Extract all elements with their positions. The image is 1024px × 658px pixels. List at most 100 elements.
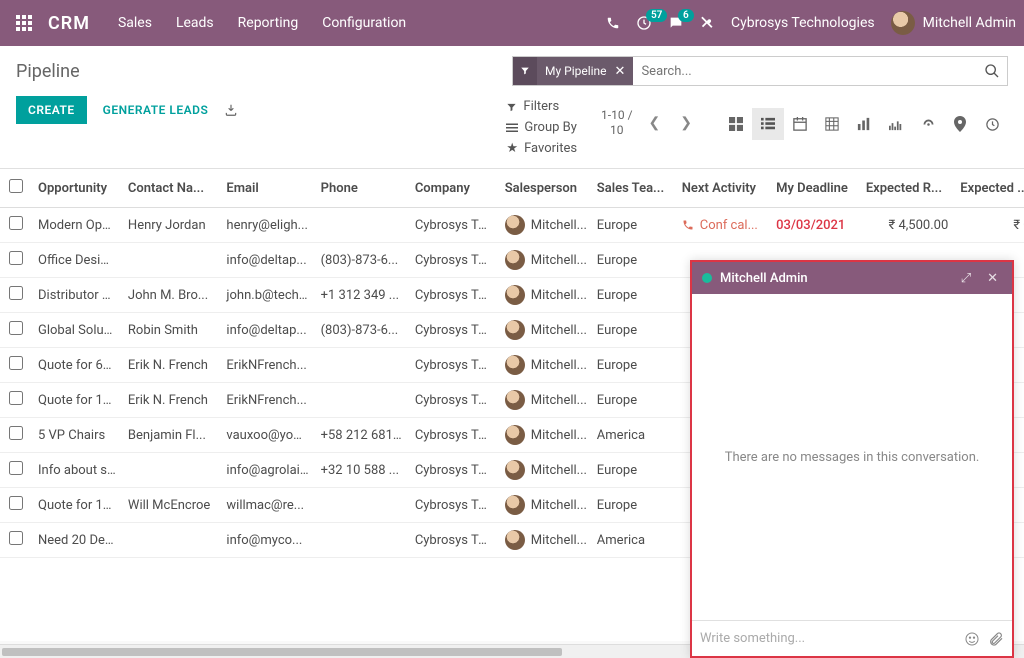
cell-contact: John M. Bro... — [122, 278, 220, 313]
filter-icon — [513, 57, 537, 85]
emoji-icon[interactable] — [964, 631, 980, 647]
activities-badge: 57 — [646, 9, 667, 22]
col-deadline[interactable]: My Deadline — [770, 169, 860, 208]
kanban-view-icon[interactable] — [720, 108, 752, 140]
select-all-checkbox[interactable] — [9, 179, 23, 193]
cell-salesperson: Mitchell... — [499, 348, 591, 383]
cell-salesperson: Mitchell... — [499, 278, 591, 313]
cell-email: john.b@tech... — [220, 278, 314, 313]
menu-reporting[interactable]: Reporting — [228, 9, 309, 37]
cell-email: ErikNFrench... — [220, 348, 314, 383]
row-checkbox[interactable] — [9, 286, 23, 300]
cell-contact — [122, 243, 220, 278]
col-email[interactable]: Email — [220, 169, 314, 208]
activities-icon[interactable]: 57 — [636, 15, 652, 31]
cell-email: info@myco... — [220, 523, 314, 558]
cell-next-activity[interactable]: Conf cal... — [676, 208, 770, 243]
apps-icon[interactable] — [8, 7, 40, 39]
avatar-icon — [505, 425, 525, 445]
calendar-view-icon[interactable] — [784, 108, 816, 140]
row-checkbox[interactable] — [9, 461, 23, 475]
tools-icon[interactable] — [700, 16, 715, 31]
cell-company: Cybrosys Te... — [409, 488, 499, 523]
cell-salesperson: Mitchell... — [499, 418, 591, 453]
cell-salesperson: Mitchell... — [499, 313, 591, 348]
search-input[interactable] — [633, 64, 977, 79]
brand-title[interactable]: CRM — [48, 13, 90, 34]
cell-email: henry@eligh... — [220, 208, 314, 243]
col-opportunity[interactable]: Opportunity — [32, 169, 122, 208]
dashboard-view-icon[interactable] — [912, 108, 944, 140]
graph-view-icon[interactable] — [848, 108, 880, 140]
control-panel: Pipeline My Pipeline ✕ CREATE GENERATE L… — [0, 46, 1024, 169]
avatar-icon — [505, 355, 525, 375]
cell-company: Cybrosys Te... — [409, 278, 499, 313]
groupby-menu[interactable]: Group By — [506, 118, 577, 138]
cell-phone — [315, 523, 409, 558]
chat-input[interactable] — [700, 631, 956, 646]
cell-email: willmac@re... — [220, 488, 314, 523]
row-checkbox[interactable] — [9, 531, 23, 545]
col-expected2[interactable]: Expected ... — [954, 169, 1024, 208]
cell-contact: Erik N. French — [122, 348, 220, 383]
row-checkbox[interactable] — [9, 356, 23, 370]
cell-phone: (803)-873-6... — [315, 243, 409, 278]
cohort-view-icon[interactable] — [880, 108, 912, 140]
pager-count[interactable]: 1-10 / 10 — [601, 108, 632, 138]
avatar-icon — [505, 495, 525, 515]
menu-sales[interactable]: Sales — [108, 9, 162, 37]
company-switcher[interactable]: Cybrosys Technologies — [731, 15, 875, 31]
cell-company: Cybrosys Te... — [409, 418, 499, 453]
col-team[interactable]: Sales Tea... — [591, 169, 676, 208]
cell-company: Cybrosys Te... — [409, 523, 499, 558]
search-icon[interactable] — [977, 63, 1007, 79]
list-view-icon[interactable] — [752, 108, 784, 140]
cell-team: America — [591, 523, 676, 558]
import-icon[interactable] — [224, 103, 238, 117]
cell-salesperson: Mitchell... — [499, 523, 591, 558]
row-checkbox[interactable] — [9, 321, 23, 335]
col-contact[interactable]: Contact Na... — [122, 169, 220, 208]
table-row[interactable]: Modern Ope...Henry Jordanhenry@eligh...C… — [0, 208, 1024, 243]
menu-configuration[interactable]: Configuration — [312, 9, 416, 37]
cell-salesperson: Mitchell... — [499, 453, 591, 488]
menu-leads[interactable]: Leads — [166, 9, 224, 37]
chat-expand-icon[interactable]: ⤢ — [957, 271, 975, 286]
cell-salesperson: Mitchell... — [499, 488, 591, 523]
cell-expected-rev: ₹ 4,500.00 — [860, 208, 954, 243]
col-next-activity[interactable]: Next Activity — [676, 169, 770, 208]
cell-phone — [315, 488, 409, 523]
favorites-menu[interactable]: ★ Favorites — [506, 139, 577, 159]
col-phone[interactable]: Phone — [315, 169, 409, 208]
cell-phone: +32 10 588 ... — [315, 453, 409, 488]
chat-close-icon[interactable]: ✕ — [983, 271, 1002, 286]
cell-email: vauxoo@you... — [220, 418, 314, 453]
pager-next-icon[interactable]: ❯ — [676, 111, 696, 135]
pager-prev-icon[interactable]: ❮ — [645, 111, 665, 135]
row-checkbox[interactable] — [9, 426, 23, 440]
col-salesperson[interactable]: Salesperson — [499, 169, 591, 208]
messages-icon[interactable]: 6 — [668, 15, 684, 31]
cell-phone — [315, 348, 409, 383]
col-expected-rev[interactable]: Expected R... — [860, 169, 954, 208]
row-checkbox[interactable] — [9, 251, 23, 265]
phone-icon[interactable] — [606, 16, 620, 30]
facet-remove-icon[interactable]: ✕ — [613, 64, 634, 79]
chat-header[interactable]: Mitchell Admin ⤢ ✕ — [692, 262, 1012, 294]
user-menu[interactable]: Mitchell Admin — [891, 11, 1016, 35]
attachment-icon[interactable] — [988, 631, 1004, 647]
map-view-icon[interactable] — [944, 108, 976, 140]
activity-view-icon[interactable] — [976, 108, 1008, 140]
pivot-view-icon[interactable] — [816, 108, 848, 140]
col-company[interactable]: Company — [409, 169, 499, 208]
row-checkbox[interactable] — [9, 496, 23, 510]
cell-expected2: ₹ 0. — [954, 208, 1024, 243]
create-button[interactable]: CREATE — [16, 96, 87, 124]
generate-leads-button[interactable]: GENERATE LEADS — [103, 103, 209, 117]
row-checkbox[interactable] — [9, 391, 23, 405]
avatar-icon — [505, 285, 525, 305]
row-checkbox[interactable] — [9, 216, 23, 230]
filters-menu[interactable]: Filters — [506, 97, 577, 117]
cell-deadline: 03/03/2021 — [770, 208, 860, 243]
star-icon: ★ — [506, 139, 518, 159]
